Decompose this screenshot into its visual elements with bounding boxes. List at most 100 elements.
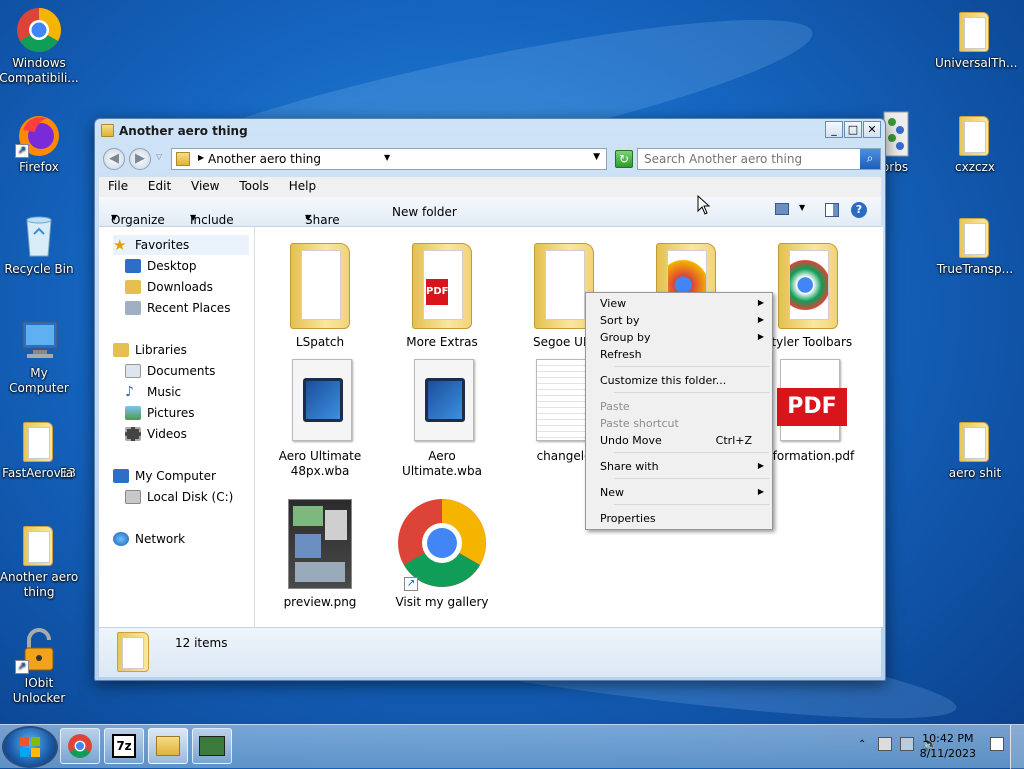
nav-my-computer[interactable]: My Computer	[113, 466, 216, 486]
desktop-icon-my-computer[interactable]: My Computer	[0, 316, 79, 396]
folder-icon	[951, 212, 999, 260]
desktop-icon-recycle-bin[interactable]: Recycle Bin	[0, 212, 79, 277]
nav-network[interactable]: Network	[113, 529, 185, 549]
refresh-button[interactable]: ↻	[615, 150, 633, 168]
folder-icon	[951, 416, 999, 464]
nav-desktop[interactable]: Desktop	[125, 256, 197, 276]
menu-help[interactable]: Help	[282, 177, 323, 193]
star-icon: ★	[113, 236, 127, 254]
desktop-icon-universalth[interactable]: UniversalTh...	[935, 6, 1017, 71]
file-item[interactable]: PDF More Extras	[387, 235, 497, 350]
menu-file[interactable]: File	[101, 177, 135, 193]
desktop-icon-another-aero-thing[interactable]: Another aero thing	[0, 520, 79, 600]
desktop-icon-truetransp[interactable]: TrueTransp...	[935, 212, 1015, 277]
taskbar-app[interactable]	[192, 728, 232, 764]
menu-view[interactable]: View	[184, 177, 226, 193]
navigation-pane: ★ Favorites Desktop Downloads Recent Plac…	[99, 227, 255, 627]
address-dropdown-icon[interactable]: ▼	[593, 152, 600, 162]
file-view[interactable]: LSpatch PDF More Extras Segoe UI t Style…	[255, 227, 883, 627]
chrome-icon	[68, 734, 92, 758]
menu-item-group-by[interactable]: Group by	[600, 331, 650, 344]
forward-button[interactable]: ▶	[129, 148, 151, 170]
search-box[interactable]: ⌕	[637, 148, 881, 170]
network-tray-icon[interactable]	[900, 737, 914, 751]
folder-icon	[15, 520, 63, 568]
file-item[interactable]: preview.png	[265, 499, 375, 610]
file-item[interactable]: Aero Ultimate 48px.wba	[265, 353, 375, 479]
change-view-icon[interactable]	[775, 203, 789, 215]
recent-places-icon	[125, 301, 141, 315]
maximize-button[interactable]: □	[844, 121, 862, 138]
window-title: Another aero thing	[119, 124, 248, 138]
menu-item-undo-move[interactable]: Undo Move	[600, 434, 662, 447]
recent-pages-icon[interactable]: ▽	[156, 152, 162, 161]
desktop-icon-cxzczx[interactable]: cxzczx	[935, 110, 1015, 175]
folder-icon	[15, 416, 63, 464]
close-button[interactable]: ✕	[863, 121, 881, 138]
nav-recent-places[interactable]: Recent Places	[125, 298, 230, 318]
desktop-icon-aero-shit[interactable]: aero shit	[935, 416, 1015, 481]
breadcrumb[interactable]: Another aero thing	[208, 152, 321, 166]
taskbar-chrome[interactable]	[60, 728, 100, 764]
help-icon[interactable]: ?	[851, 202, 867, 218]
show-hidden-icons-icon[interactable]: ⌃	[858, 739, 866, 750]
documents-icon	[125, 364, 141, 378]
menu-item-view[interactable]: View	[600, 297, 626, 310]
videos-icon	[125, 427, 141, 441]
action-center-icon[interactable]	[878, 737, 892, 751]
shortcut-arrow-icon: ↗	[15, 144, 29, 158]
menu-item-customize[interactable]: Customize this folder...	[600, 374, 726, 387]
nav-downloads[interactable]: Downloads	[125, 277, 213, 297]
wba-file-icon	[280, 353, 360, 445]
music-icon: ♪	[125, 384, 134, 400]
explorer-icon	[156, 736, 180, 756]
title-bar[interactable]: Another aero thing _ □ ✕	[95, 119, 885, 143]
search-input[interactable]	[644, 152, 854, 166]
menu-tools[interactable]: Tools	[232, 177, 276, 193]
folder-icon: PDF	[402, 235, 482, 331]
show-desktop-button[interactable]	[1010, 725, 1024, 769]
menu-item-sort-by[interactable]: Sort by	[600, 314, 640, 327]
preview-pane-icon[interactable]	[825, 203, 839, 217]
menu-item-paste-shortcut[interactable]: Paste shortcut	[600, 417, 679, 430]
search-icon[interactable]: ⌕	[860, 149, 880, 169]
submenu-arrow-icon: ▶	[757, 315, 764, 324]
windows-logo-icon	[20, 737, 40, 757]
menu-item-share-with[interactable]: Share with	[600, 460, 659, 473]
minimize-button[interactable]: _	[825, 121, 843, 138]
notification-icon[interactable]	[990, 737, 1004, 751]
back-button[interactable]: ◀	[103, 148, 125, 170]
start-button[interactable]	[2, 726, 58, 768]
desktop-icon-iobit-unlocker[interactable]: ↗ IObit Unlocker	[0, 626, 79, 706]
nav-documents[interactable]: Documents	[125, 361, 215, 381]
menu-item-properties[interactable]: Properties	[600, 512, 656, 525]
clock[interactable]: 10:42 PM 8/11/2023	[920, 731, 976, 761]
chevron-right-icon[interactable]: ▶	[198, 153, 204, 162]
new-folder-button[interactable]: New folder	[392, 205, 457, 219]
nav-libraries[interactable]: Libraries	[113, 340, 187, 360]
nav-music[interactable]: ♪ Music	[125, 382, 181, 402]
nav-videos[interactable]: Videos	[125, 424, 187, 444]
desktop-icon-firefox[interactable]: ↗ Firefox	[0, 110, 79, 175]
chevron-down-icon[interactable]: ▼	[799, 203, 805, 212]
file-item[interactable]: ↗ Visit my gallery	[387, 499, 497, 610]
menu-item-refresh[interactable]: Refresh	[600, 348, 642, 361]
taskbar-explorer[interactable]	[148, 728, 188, 764]
nav-local-disk[interactable]: Local Disk (C:)	[125, 487, 233, 507]
desktop-icon	[125, 259, 141, 273]
file-item[interactable]: Aero Ultimate.wba	[387, 353, 497, 479]
taskbar-7zip[interactable]: 7z	[104, 728, 144, 764]
folder-icon	[117, 632, 151, 674]
menu-item-paste[interactable]: Paste	[600, 400, 630, 413]
nav-favorites[interactable]: ★ Favorites	[113, 235, 249, 255]
folder-icon	[101, 124, 114, 137]
menu-bar: File Edit View Tools Help	[99, 177, 881, 197]
address-bar[interactable]: ▶ Another aero thing ▼ ▼	[171, 148, 607, 170]
file-item[interactable]: LSpatch	[265, 235, 375, 350]
nav-pictures[interactable]: Pictures	[125, 403, 195, 423]
desktop-icon-windows-compatibility[interactable]: Windows Compatibili...	[0, 6, 79, 86]
menu-item-new[interactable]: New	[600, 486, 624, 499]
submenu-arrow-icon: ▶	[757, 487, 764, 496]
menu-edit[interactable]: Edit	[141, 177, 178, 193]
chevron-down-icon[interactable]: ▼	[384, 153, 390, 162]
